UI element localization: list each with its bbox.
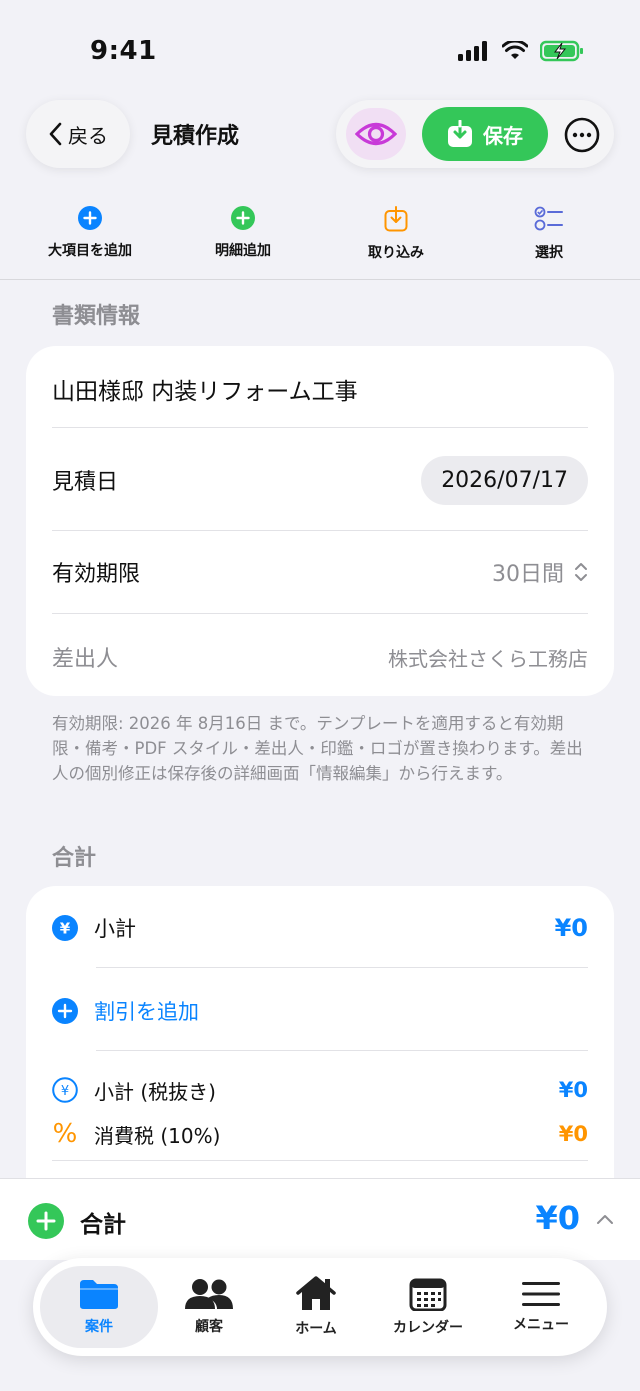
page-title: 見積作成 [151, 124, 240, 149]
chevron-up-down-icon [575, 563, 587, 581]
validity-row[interactable]: 有効期限 30日間 [52, 551, 588, 593]
chevron-left-icon [49, 122, 62, 146]
import-label: 取り込み [368, 245, 424, 261]
action-group: 保存 [336, 100, 614, 168]
add-major-item-button[interactable]: 大項目を追加 [20, 206, 160, 260]
back-label: 戻る [68, 123, 108, 148]
tab-home[interactable]: ホーム [257, 1266, 375, 1348]
issuer-label: 差出人 [52, 647, 119, 672]
plus-circle-icon [52, 998, 78, 1024]
action-toolbar: 大項目を追加 明細追加 取り込み 選択 [0, 196, 640, 280]
tab-projects[interactable]: 案件 [40, 1266, 158, 1348]
preview-button[interactable] [346, 108, 406, 160]
divider [52, 1160, 588, 1161]
more-options-icon[interactable] [564, 117, 600, 153]
folder-icon [80, 1280, 118, 1309]
tray-arrow-down-icon [384, 206, 408, 232]
tab-home-label: ホーム [295, 1321, 337, 1337]
chevron-up-icon[interactable] [596, 1213, 614, 1225]
plus-circle-icon [28, 1203, 64, 1239]
divider [52, 427, 588, 428]
people-icon [185, 1279, 233, 1309]
issuer-value: 株式会社さくら工務店 [388, 646, 588, 671]
divider [96, 1050, 588, 1051]
back-button[interactable]: 戻る [26, 100, 130, 168]
tab-menu-label: メニュー [513, 1317, 569, 1333]
add-discount-button[interactable]: 割引を追加 [52, 991, 588, 1031]
document-info-header: 書類情報 [52, 304, 141, 329]
issuer-row: 差出人 株式会社さくら工務店 [52, 636, 588, 678]
save-button[interactable]: 保存 [422, 107, 548, 161]
select-label: 選択 [535, 245, 563, 261]
add-discount-label: 割引を追加 [94, 1000, 199, 1024]
document-info-card: 山田様邸 内装リフォーム工事 見積日 2026/07/17 有効期限 30日間 … [26, 346, 614, 696]
tab-customers[interactable]: 顧客 [150, 1266, 268, 1348]
add-detail-button[interactable]: 明細追加 [173, 206, 313, 260]
percent-icon: % [52, 1119, 78, 1149]
battery-charging-icon [540, 40, 583, 62]
total-summary-bar[interactable]: 合計 ¥0 [0, 1178, 640, 1260]
subtotal-row: ¥ 小計 ¥0 [52, 908, 588, 948]
select-button[interactable]: 選択 [479, 206, 619, 262]
subtotal-ex-tax-label: 小計 (税抜き) [94, 1079, 216, 1104]
yen-circle-outline-icon: ¥ [52, 1077, 78, 1103]
tab-customers-label: 顧客 [195, 1319, 223, 1335]
divider [52, 530, 588, 531]
validity-note: 有効期限: 2026 年 8月16日 まで。テンプレートを適用すると有効期限・備… [52, 714, 583, 783]
tax-row: % 消費税 (10%) ¥0 [52, 1116, 588, 1152]
totals-card: ¥ 小計 ¥0 割引を追加 ¥ 小計 (税抜き) ¥0 % 消費税 (10%) … [26, 886, 614, 1216]
svg-text:¥: ¥ [60, 920, 71, 938]
subtotal-ex-tax-value: ¥0 [558, 1078, 588, 1102]
status-time: 9:41 [90, 36, 157, 66]
status-icons [458, 40, 584, 62]
tax-label: 消費税 (10%) [94, 1123, 221, 1148]
document-title-field[interactable]: 山田様邸 内装リフォーム工事 [52, 368, 588, 410]
cellular-signal-icon [458, 41, 487, 61]
save-label: 保存 [483, 123, 523, 148]
eye-icon [355, 122, 397, 146]
yen-circle-icon: ¥ [52, 915, 78, 941]
estimate-date-row: 見積日 2026/07/17 [52, 454, 588, 506]
validity-selector[interactable]: 30日間 [492, 556, 588, 588]
plus-circle-icon [231, 206, 255, 230]
subtotal-value: ¥0 [554, 914, 588, 942]
save-download-icon [448, 120, 472, 147]
calendar-icon [409, 1278, 447, 1311]
validity-label: 有効期限 [52, 562, 141, 587]
checklist-icon [534, 206, 563, 231]
status-bar: 9:41 [0, 0, 640, 96]
tab-menu[interactable]: メニュー [482, 1266, 600, 1348]
tab-calendar-label: カレンダー [393, 1320, 463, 1336]
tab-calendar[interactable]: カレンダー [369, 1266, 487, 1348]
document-title-value: 山田様邸 内装リフォーム工事 [52, 379, 358, 405]
estimate-date-label: 見積日 [52, 470, 119, 495]
import-button[interactable]: 取り込み [326, 206, 466, 262]
home-icon [296, 1276, 336, 1310]
validity-value: 30日間 [492, 562, 564, 587]
tax-value: ¥0 [558, 1122, 588, 1146]
total-label: 合計 [80, 1212, 126, 1238]
subtotal-ex-tax-row: ¥ 小計 (税抜き) ¥0 [52, 1072, 588, 1108]
totals-header: 合計 [52, 846, 97, 871]
divider [96, 967, 588, 968]
menu-icon [522, 1282, 560, 1306]
plus-circle-icon [78, 206, 102, 230]
navigation-bar: 戻る 見積作成 保存 [0, 96, 640, 176]
tab-projects-label: 案件 [85, 1319, 113, 1335]
total-value: ¥0 [535, 1199, 580, 1237]
subtotal-label: 小計 [94, 917, 136, 941]
add-detail-label: 明細追加 [215, 243, 271, 259]
estimate-date-picker[interactable]: 2026/07/17 [421, 455, 588, 505]
add-major-item-label: 大項目を追加 [48, 243, 132, 259]
divider [52, 613, 588, 614]
svg-text:¥: ¥ [61, 1084, 69, 1099]
wifi-icon [502, 41, 528, 59]
tab-bar: 案件 顧客 ホーム カレンダー メニュー [33, 1258, 607, 1356]
